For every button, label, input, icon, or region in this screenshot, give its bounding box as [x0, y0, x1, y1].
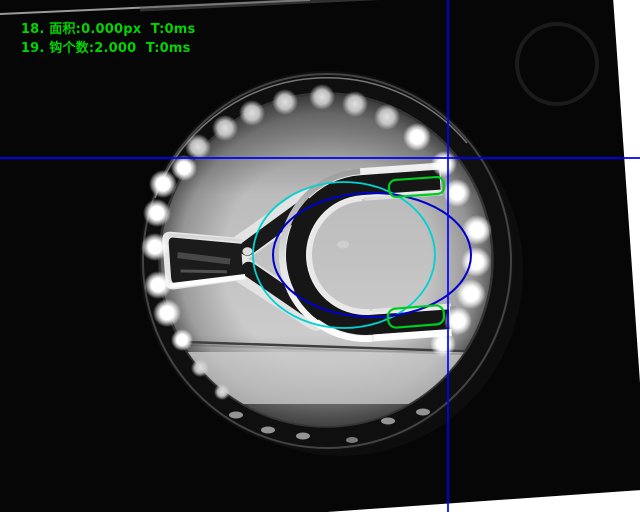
- led-dot: [431, 151, 457, 177]
- vision-canvas[interactable]: 18. 面积:0.000px T:0ms 19. 钩个数:2.000 T:0ms: [0, 0, 640, 512]
- led-dot: [309, 84, 335, 110]
- led-dot: [374, 104, 400, 130]
- led-dot: [212, 115, 238, 141]
- led-dot: [462, 215, 492, 245]
- led-dot: [149, 170, 177, 198]
- faint-reflection-ring: [517, 24, 597, 104]
- led-dot: [381, 418, 395, 425]
- led-dot: [342, 91, 368, 117]
- led-dot: [272, 89, 298, 115]
- led-dot: [141, 233, 169, 261]
- led-dot: [461, 247, 491, 277]
- result-value: 2.000: [94, 41, 136, 56]
- led-dot: [239, 100, 265, 126]
- led-dot: [144, 271, 172, 299]
- led-dot: [214, 384, 230, 400]
- result-label: 钩个数:: [49, 41, 94, 56]
- led-dot: [403, 123, 431, 151]
- led-dot: [346, 437, 358, 443]
- result-row-hook-count: 19. 钩个数:2.000 T:0ms: [2, 20, 191, 77]
- led-dot: [296, 433, 310, 440]
- result-time: T:0ms: [136, 41, 190, 56]
- led-dot: [143, 199, 171, 227]
- led-dot: [153, 299, 181, 327]
- result-index: 19.: [21, 41, 49, 56]
- led-dot: [430, 331, 456, 357]
- led-dot: [191, 359, 209, 377]
- led-dot: [261, 427, 275, 434]
- led-dot: [229, 412, 243, 419]
- led-dot: [416, 409, 430, 416]
- led-dot: [171, 329, 193, 351]
